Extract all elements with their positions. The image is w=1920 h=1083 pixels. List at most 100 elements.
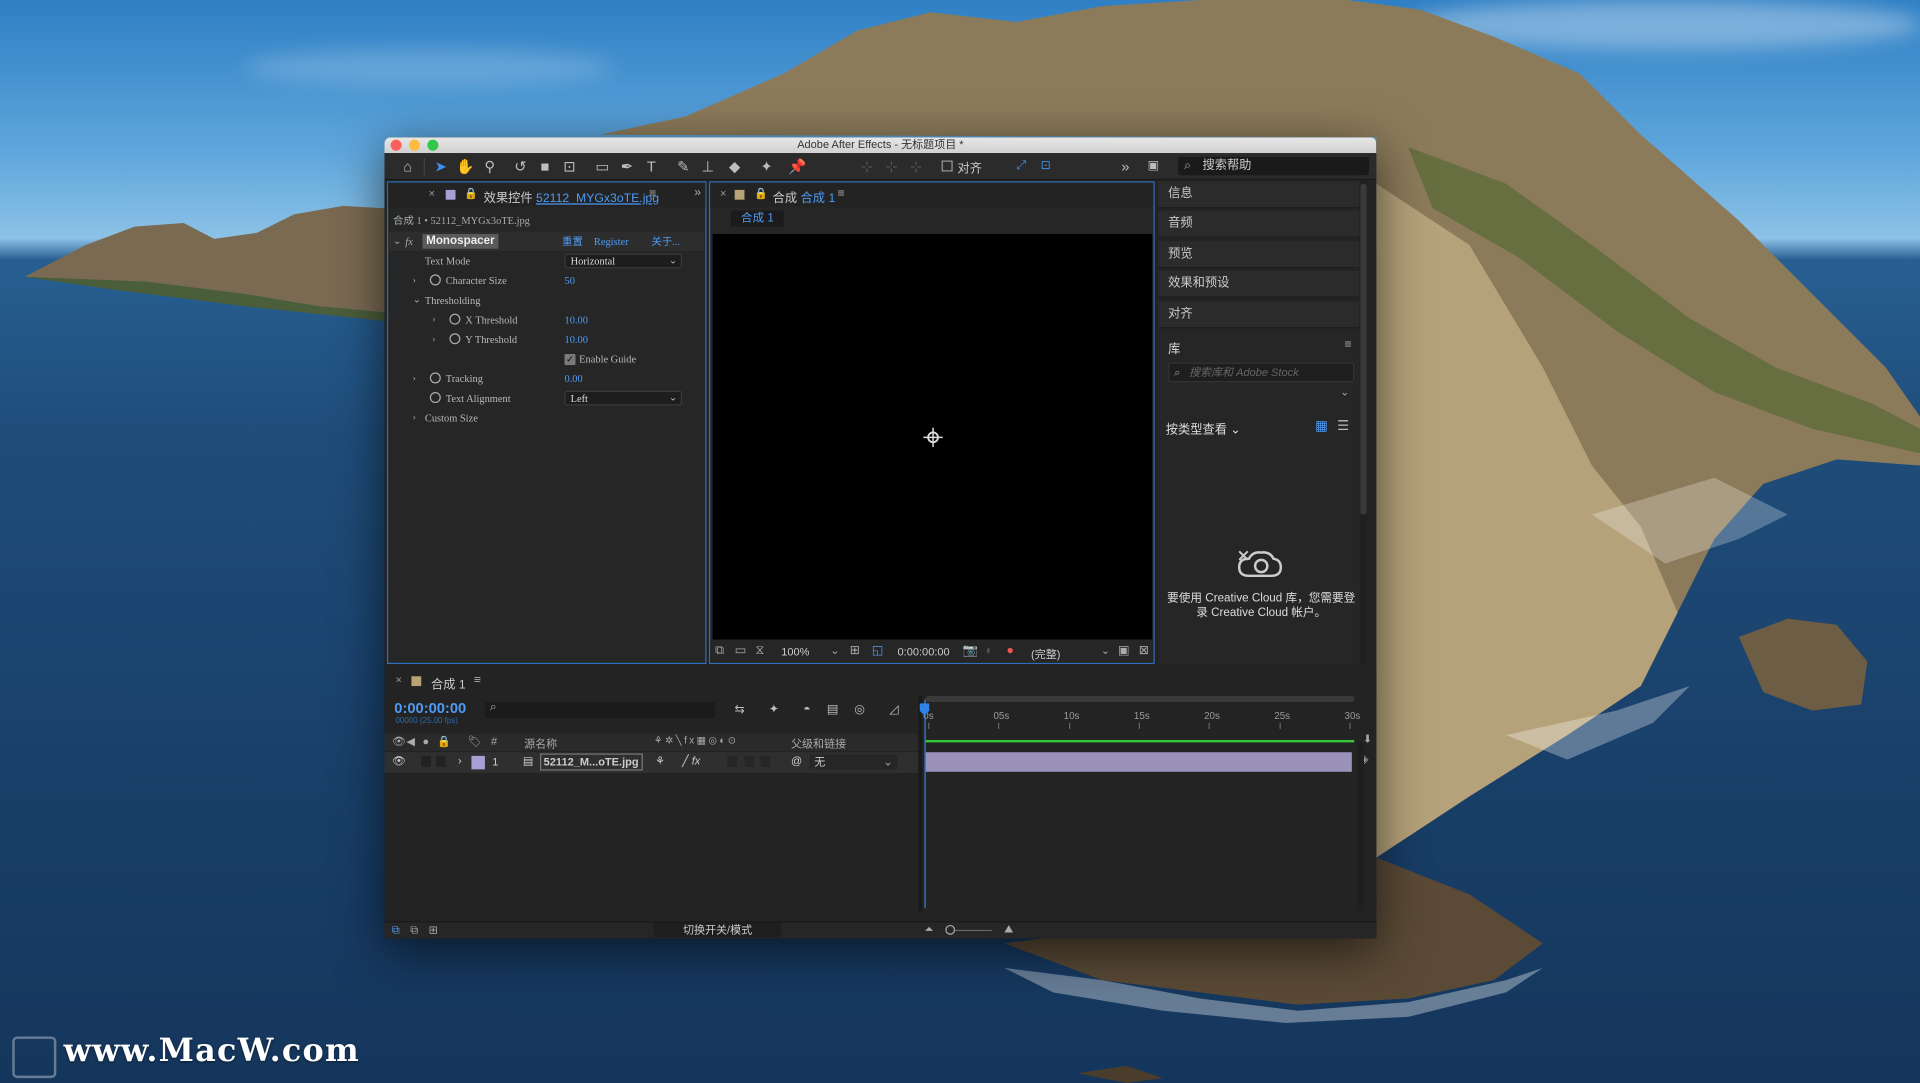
rectangle-tool-icon[interactable]: ▭ [593, 157, 613, 177]
text-mode-dropdown[interactable]: Horizontal ⌄ [564, 253, 683, 269]
panel-align[interactable]: 对齐 [1158, 301, 1360, 329]
timeline-tab[interactable]: × 合成 1 ≡ [384, 668, 1377, 694]
zoom-window-button[interactable] [427, 139, 439, 151]
zoom-out-icon[interactable]: ⏶ [924, 923, 933, 936]
fx-toggle[interactable]: fx [405, 232, 413, 252]
enable-guide-checkbox[interactable]: ✓ [564, 354, 576, 366]
composition-tab[interactable]: × 🔒 合成 合成 1 ≡ [710, 182, 1154, 208]
panel-overflow-icon[interactable]: » [694, 186, 701, 199]
lock-toggle[interactable] [435, 755, 446, 767]
x-threshold-value[interactable]: 10.00 [564, 310, 587, 330]
library-search-input[interactable]: ⌕ 搜索库和 Adobe Stock [1168, 362, 1355, 383]
panel-menu-icon[interactable]: ≡ [474, 674, 481, 687]
zoom-tool-icon[interactable]: ⚲ [480, 157, 500, 177]
layer-label-color[interactable] [471, 755, 485, 770]
workspace-switch-icon[interactable]: ▣ [1144, 157, 1164, 177]
hand-tool-icon[interactable]: ✋ [456, 157, 476, 177]
frame-blending-icon[interactable]: ▤ [823, 701, 843, 721]
region-of-interest-icon[interactable]: ⊞ [850, 644, 860, 657]
shy-switch-icon[interactable]: ⚘ [655, 755, 665, 768]
list-view-icon[interactable]: ☰ [1337, 418, 1349, 434]
close-tab-icon[interactable]: × [429, 187, 435, 199]
puppet-tool-icon[interactable]: 📌 [787, 157, 807, 177]
close-tab-icon[interactable]: × [396, 674, 402, 686]
panel-scrollbar[interactable] [1360, 181, 1367, 665]
switch-box[interactable] [727, 755, 738, 767]
snapshot-icon[interactable]: 📷 [962, 644, 977, 657]
layer-name[interactable]: 52112_M...oTE.jpg [540, 753, 643, 771]
solo-toggle[interactable] [421, 755, 432, 767]
help-search-input[interactable]: ⌕ 搜索帮助 [1177, 156, 1369, 176]
stopwatch-icon[interactable] [429, 392, 441, 404]
twirl-right-icon[interactable]: › [432, 330, 435, 350]
twirl-right-icon[interactable]: › [432, 310, 435, 330]
library-select-dropdown[interactable]: ⌄ [1168, 385, 1354, 405]
view-by-type-dropdown[interactable]: 按类型查看 ⌄ [1166, 419, 1241, 437]
character-size-value[interactable]: 50 [564, 271, 574, 291]
effect-switch-icon[interactable]: ╱ fx [682, 755, 700, 768]
zoom-slider-handle[interactable] [945, 924, 956, 935]
shy-layers-icon[interactable]: ◓ [797, 701, 817, 721]
current-time-display[interactable]: 0:00:00:00 [898, 646, 950, 658]
selection-tool-icon[interactable]: ➤ [431, 157, 451, 177]
stopwatch-icon[interactable] [449, 333, 461, 345]
minimize-window-button[interactable] [408, 139, 421, 151]
twirl-right-icon[interactable]: › [413, 271, 416, 291]
close-window-button[interactable] [390, 139, 402, 151]
panel-info[interactable]: 信息 [1158, 181, 1360, 209]
effect-twirl-icon[interactable]: ⌄ [393, 232, 401, 252]
time-ruler[interactable]: 0s 05s 10s 15s 20s 25s 30s [923, 696, 1360, 740]
pen-tool-icon[interactable]: ✒ [617, 157, 637, 177]
timeline-current-time[interactable]: 0:00:00:00 [394, 700, 466, 717]
roto-brush-tool-icon[interactable]: ✦ [757, 157, 777, 177]
comp-mini-flowchart-icon[interactable]: ⇆ [730, 701, 750, 721]
brush-tool-icon[interactable]: ✎ [673, 157, 693, 177]
stopwatch-icon[interactable] [429, 274, 441, 286]
lock-icon[interactable]: 🔒 [754, 187, 768, 200]
layer-row[interactable]: 👁 › 1 ▤ 52112_M...oTE.jpg ⚘ ╱ fx @ 无 ⌄ [384, 752, 919, 774]
panel-menu-icon[interactable]: ≡ [649, 187, 656, 200]
zoom-in-icon[interactable]: ⛰ [1004, 923, 1013, 936]
draft-3d-icon[interactable]: ✦ [764, 701, 784, 721]
transfer-controls-toggle-icon[interactable]: ⧉ [410, 924, 418, 937]
mask-visibility-icon[interactable]: ⧖ [756, 644, 765, 657]
snapping-checkbox[interactable] [941, 160, 953, 172]
zoom-slider-track[interactable] [955, 929, 992, 932]
about-link[interactable]: 关于... [651, 232, 680, 252]
layer-duration-bar[interactable] [925, 752, 1352, 772]
twirl-right-icon[interactable]: › [413, 408, 416, 428]
comp-breadcrumb-chip[interactable]: 合成 1 [731, 210, 784, 227]
color-channels-icon[interactable]: ● [1007, 644, 1014, 657]
y-threshold-value[interactable]: 10.00 [564, 330, 587, 350]
toggle-switches-modes-button[interactable]: 切换开关/模式 [653, 922, 782, 938]
switch-box[interactable] [744, 755, 755, 767]
timeline-search-input[interactable]: ⌕ [484, 701, 716, 718]
close-tab-icon[interactable]: × [720, 187, 726, 199]
transparency-grid-icon[interactable]: ◱ [872, 644, 884, 657]
toggle-view-icon[interactable]: ⊠ [1139, 644, 1149, 657]
pan-behind-tool-icon[interactable]: ⊡ [560, 157, 580, 177]
twirl-down-icon[interactable]: ⌄ [413, 290, 421, 310]
twirl-right-icon[interactable]: › [413, 369, 416, 389]
composition-viewer[interactable] [712, 233, 1153, 640]
magnification-dropdown[interactable]: 100% [781, 646, 809, 658]
type-tool-icon[interactable]: T [642, 157, 662, 177]
graph-editor-icon[interactable]: ◿ [884, 701, 904, 721]
resolution-dropdown[interactable]: (完整) [1031, 646, 1060, 662]
source-name-header[interactable]: 源名称 [524, 735, 557, 751]
panel-menu-icon[interactable]: ≡ [1344, 338, 1351, 351]
switch-box[interactable] [760, 755, 771, 767]
lock-icon[interactable]: 🔒 [464, 187, 478, 200]
panel-preview[interactable]: 预览 [1158, 241, 1360, 269]
stopwatch-icon[interactable] [429, 372, 441, 384]
show-snapshot-icon[interactable]: ◐ [986, 644, 993, 657]
clone-stamp-tool-icon[interactable]: ⊥ [698, 157, 718, 177]
motion-blur-icon[interactable]: ◎ [850, 701, 870, 721]
reset-link[interactable]: 重置 [562, 232, 583, 252]
work-area-end-marker[interactable]: ⬇ [1363, 733, 1372, 746]
timeline-scrollbar[interactable] [1356, 742, 1365, 912]
visibility-eye-icon[interactable]: 👁 [392, 755, 406, 768]
register-link[interactable]: Register [594, 232, 629, 252]
rotation-tool-icon[interactable]: ↺ [511, 157, 531, 177]
workspace-overflow-icon[interactable]: » [1116, 157, 1136, 177]
